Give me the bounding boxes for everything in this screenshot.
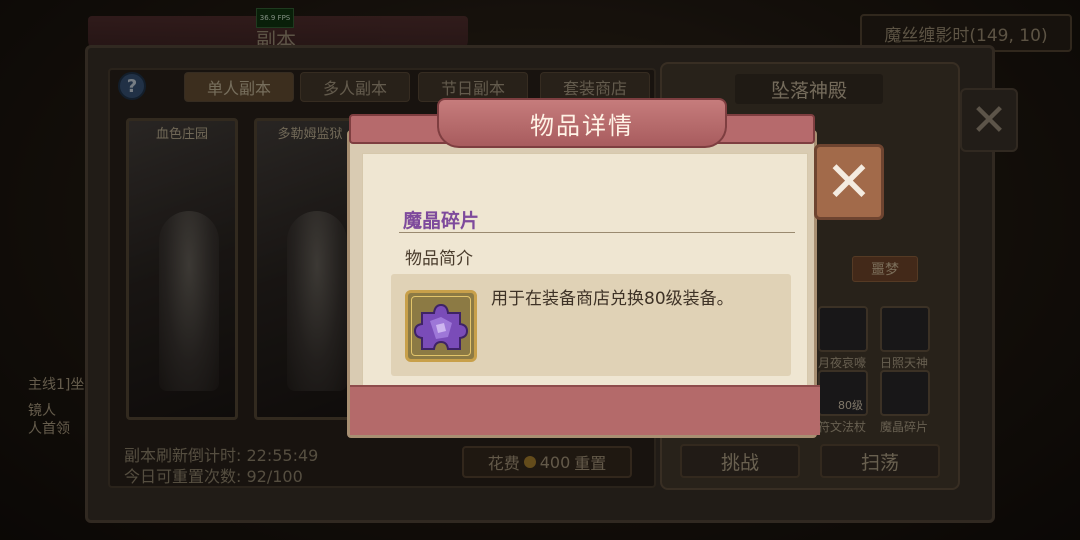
item-description-box: 用于在装备商店兑换80级装备。	[391, 274, 791, 376]
dialog-footer	[350, 385, 820, 435]
item-description: 用于在装备商店兑换80级装备。	[491, 289, 734, 309]
item-slot	[405, 290, 477, 362]
item-name: 魔晶碎片	[403, 210, 480, 232]
dialog-title: 物品详情	[437, 98, 727, 148]
item-detail-dialog: 魔晶碎片 物品简介 用于在装备商店兑换80级装备。 物品详情	[347, 98, 820, 438]
item-intro-label: 物品简介	[405, 249, 473, 269]
dialog-paper: 魔晶碎片 物品简介 用于在装备商店兑换80级装备。	[362, 153, 808, 399]
puzzle-crystal-icon	[413, 303, 469, 350]
dialog-close-button[interactable]: ✕	[814, 144, 884, 220]
dialog-body: 魔晶碎片 物品简介 用于在装备商店兑换80级装备。	[347, 130, 820, 438]
divider	[399, 232, 795, 233]
game-screen: 副本 36.9 FPS 魔丝缠影时(149, 10) ? 单人副本 多人副本 节…	[0, 0, 1080, 540]
